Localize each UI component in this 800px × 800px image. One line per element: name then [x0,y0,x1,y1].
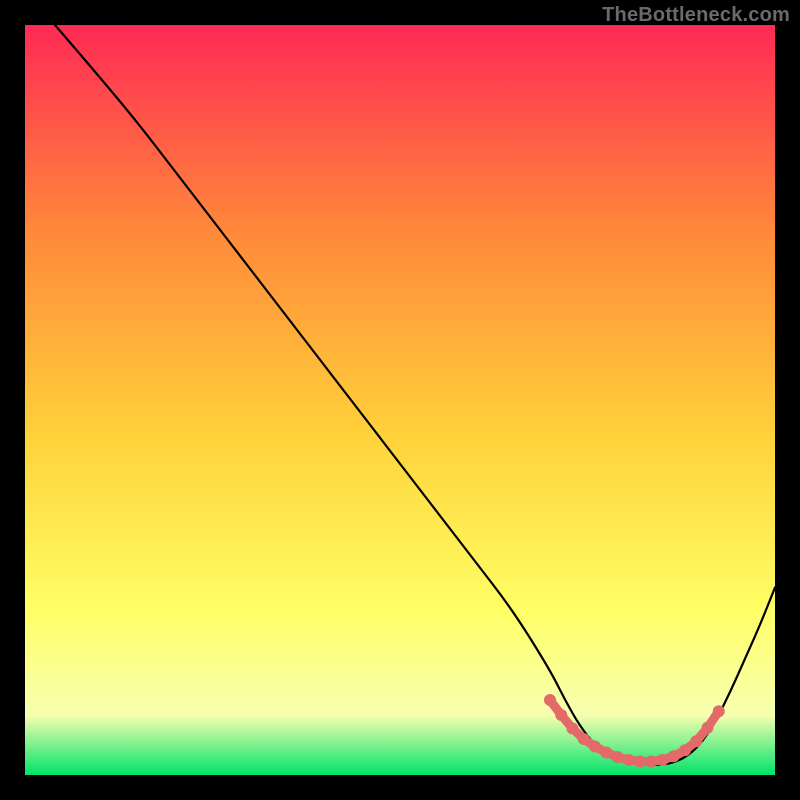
optimal-dot [679,744,691,756]
optimal-dot [657,754,669,766]
optimal-dot [634,756,646,768]
optimal-dot [645,756,657,768]
optimal-dot [578,733,590,745]
optimal-dot [668,750,680,762]
chart-frame: TheBottleneck.com [0,0,800,800]
optimal-dot [612,751,624,763]
optimal-dot [555,709,567,721]
optimal-dot [623,754,635,766]
chart-plot [25,25,775,775]
optimal-dot [690,735,702,747]
optimal-dot [589,741,601,753]
gradient-background [25,25,775,775]
optimal-dot [600,747,612,759]
optimal-dot [544,694,556,706]
optimal-dot [702,722,714,734]
watermark-text: TheBottleneck.com [602,4,790,27]
optimal-dot [567,723,579,735]
optimal-dot [713,705,725,717]
